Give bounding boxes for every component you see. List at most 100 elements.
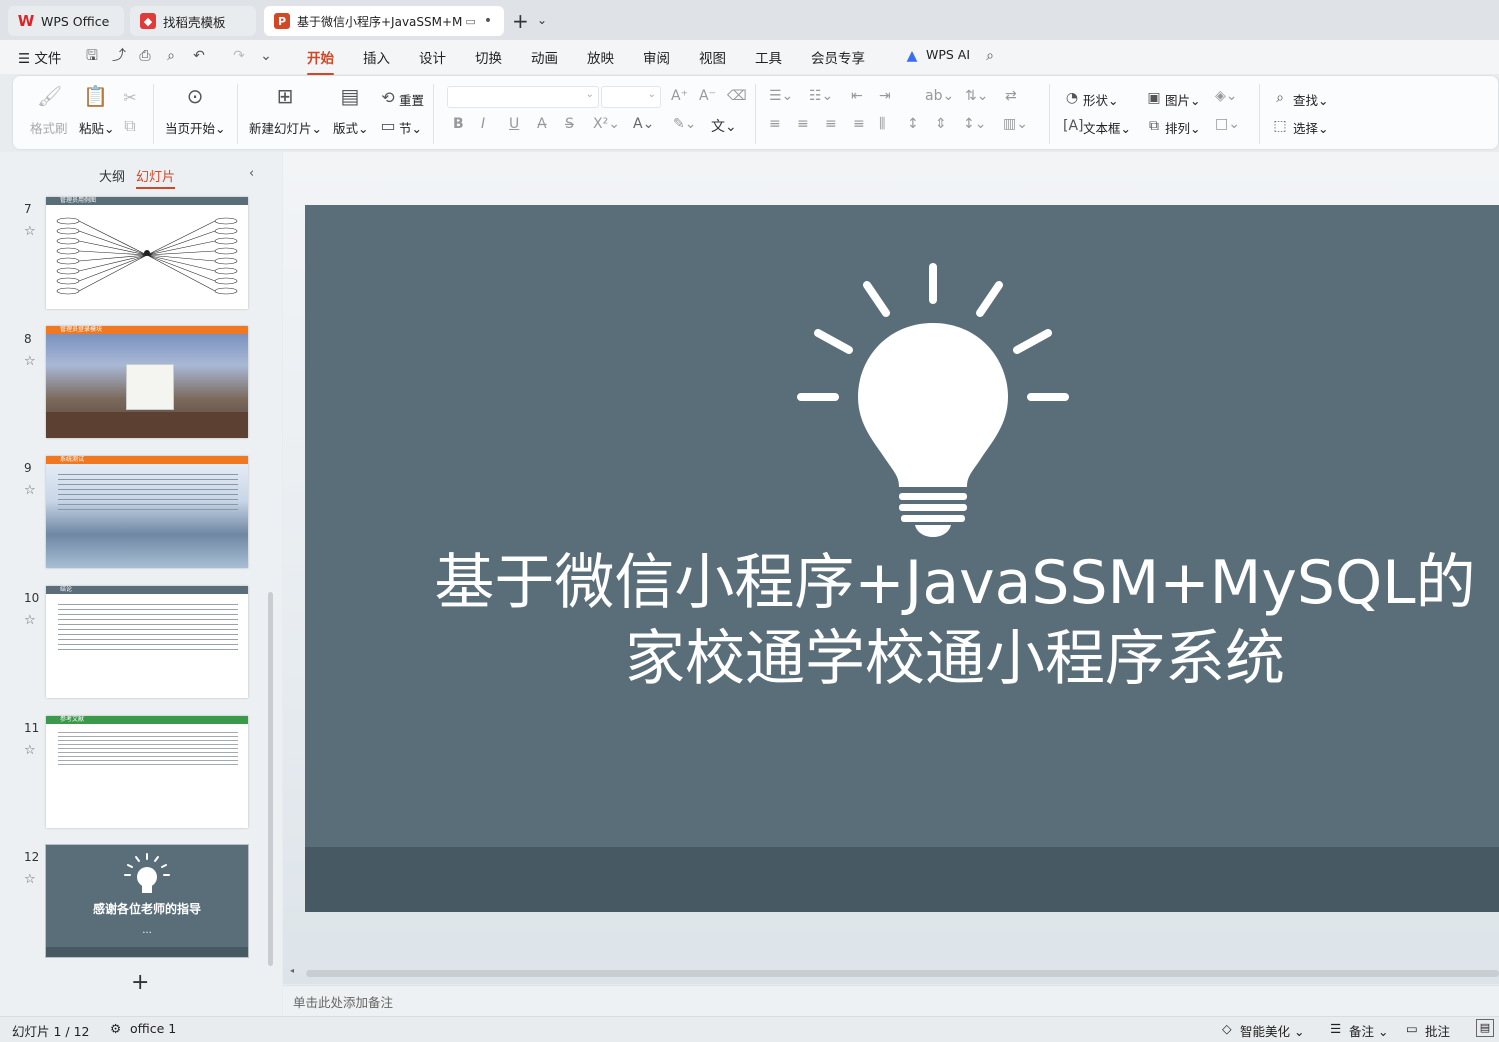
tab-slides[interactable]: 幻灯片: [136, 166, 176, 189]
font-family-select[interactable]: ⌄: [447, 86, 599, 108]
picture-icon[interactable]: ▣: [1145, 88, 1163, 108]
decrease-font-icon[interactable]: A⁻: [699, 88, 716, 104]
chevron-down-icon[interactable]: ⌄: [537, 13, 547, 27]
paragraph-spacing-icon[interactable]: ⇕: [935, 116, 947, 132]
align-right-icon[interactable]: ≡: [825, 116, 837, 132]
distribute-icon[interactable]: ⫼: [879, 116, 885, 132]
clear-format-icon[interactable]: ⌫: [727, 88, 747, 104]
play-icon[interactable]: ⊙: [183, 86, 207, 106]
picture-button[interactable]: 图片⌄: [1165, 90, 1201, 109]
current-slide[interactable]: 基于微信小程序+JavaSSM+MySQL的 家校通学校通小程序系统: [305, 205, 1499, 912]
redo-icon[interactable]: ↷: [231, 48, 247, 64]
more-chevron-icon[interactable]: ⌄: [258, 48, 274, 64]
strikethrough-icon[interactable]: A̶: [537, 116, 547, 132]
print-preview-icon[interactable]: ⌕: [163, 48, 179, 64]
notes-toggle-button[interactable]: 备注 ⌄: [1349, 1021, 1388, 1040]
notes-pane[interactable]: 单击此处添加备注: [283, 985, 1499, 1016]
close-dot-icon[interactable]: •: [484, 13, 492, 29]
arrange-icon[interactable]: ⧉: [1145, 116, 1163, 136]
play-from-current-button[interactable]: 当页开始⌄: [165, 118, 226, 137]
undo-icon[interactable]: ↶: [191, 48, 207, 64]
select-icon[interactable]: ⬚: [1271, 116, 1289, 136]
shape-button[interactable]: 形状⌄: [1083, 90, 1119, 109]
section-icon[interactable]: ▭: [379, 116, 397, 136]
star-icon[interactable]: ☆: [24, 872, 36, 887]
tab-docer[interactable]: ◆ 找稻壳模板: [130, 6, 256, 36]
scroll-left-icon[interactable]: ◂: [290, 966, 294, 975]
sort-icon[interactable]: ⇅⌄: [965, 88, 988, 104]
menu-slideshow[interactable]: 放映: [587, 47, 614, 67]
menu-animation[interactable]: 动画: [531, 47, 558, 67]
bold-icon[interactable]: B: [453, 116, 464, 132]
convert-icon[interactable]: ⇄: [1005, 88, 1017, 104]
select-button[interactable]: 选择⌄: [1293, 118, 1329, 137]
copy-icon[interactable]: ⧉: [121, 116, 139, 136]
export-icon[interactable]: ⤴: [111, 48, 127, 64]
new-tab-icon[interactable]: +: [512, 9, 529, 33]
menu-transitions[interactable]: 切换: [475, 47, 502, 67]
arrange-button[interactable]: 排列⌄: [1165, 118, 1201, 137]
font-size-select[interactable]: ⌄: [601, 86, 661, 108]
tab-wps-office[interactable]: W WPS Office: [8, 6, 124, 36]
text-direction-icon[interactable]: ab⌄: [925, 88, 954, 104]
find-icon[interactable]: ⌕: [1271, 88, 1289, 108]
add-slide-icon[interactable]: +: [131, 970, 149, 995]
format-painter-icon[interactable]: 🖌: [37, 86, 62, 106]
print-icon[interactable]: ⎙: [137, 48, 153, 64]
save-icon[interactable]: 🖫: [84, 48, 100, 64]
star-icon[interactable]: ☆: [24, 743, 36, 758]
align-left-icon[interactable]: ≡: [769, 116, 781, 132]
underline-icon[interactable]: U: [509, 116, 519, 132]
numbering-icon[interactable]: ☷⌄: [809, 88, 833, 104]
paste-icon[interactable]: 📋: [83, 86, 108, 106]
smart-beautify-button[interactable]: 智能美化 ⌄: [1240, 1021, 1304, 1040]
outline-icon[interactable]: □⌄: [1215, 116, 1240, 132]
shadow-icon[interactable]: S̶: [565, 116, 574, 132]
collapse-panel-icon[interactable]: ‹: [249, 166, 254, 181]
menu-review[interactable]: 审阅: [643, 47, 670, 67]
menu-tools[interactable]: 工具: [755, 47, 782, 67]
section-button[interactable]: 节⌄: [399, 118, 422, 137]
paste-button[interactable]: 粘贴⌄: [79, 118, 115, 137]
menu-view[interactable]: 视图: [699, 47, 726, 67]
increase-font-icon[interactable]: A⁺: [671, 88, 688, 104]
star-icon[interactable]: ☆: [24, 354, 36, 369]
italic-icon[interactable]: I: [481, 116, 485, 132]
normal-view-icon[interactable]: ▤: [1476, 1019, 1494, 1037]
reset-button[interactable]: 重置: [399, 90, 424, 109]
wps-ai-button[interactable]: WPS AI: [926, 47, 970, 62]
layout-button[interactable]: 版式⌄: [333, 118, 369, 137]
fill-icon[interactable]: ◈⌄: [1215, 88, 1238, 104]
pinyin-icon[interactable]: 文⌄: [711, 116, 737, 136]
star-icon[interactable]: ☆: [24, 613, 36, 628]
align-center-icon[interactable]: ≡: [797, 116, 809, 132]
slide-thumbnail-8[interactable]: 管理员登录模块: [46, 326, 248, 438]
slide-thumbnail-7[interactable]: 管理员用例图: [46, 197, 248, 309]
theme-name[interactable]: office 1: [130, 1021, 176, 1036]
new-slide-icon[interactable]: ⊞: [273, 86, 297, 106]
columns-icon[interactable]: ▥⌄: [1003, 116, 1028, 132]
decrease-indent-icon[interactable]: ⇤: [851, 88, 863, 104]
slide-thumbnail-12[interactable]: 感谢各位老师的指导 ...: [46, 845, 248, 957]
new-slide-button[interactable]: 新建幻灯片⌄: [249, 118, 322, 137]
layout-icon[interactable]: ▤: [338, 86, 362, 106]
tab-current-document[interactable]: P 基于微信小程序+JavaSSM+M ▭ •: [264, 6, 504, 36]
font-color-icon[interactable]: A⌄: [633, 116, 654, 132]
reset-icon[interactable]: ⟲: [379, 88, 397, 108]
file-menu[interactable]: ☰ 文件: [18, 47, 61, 67]
slide-thumbnail-11[interactable]: 参考文献: [46, 716, 248, 828]
menu-home[interactable]: 开始: [307, 47, 334, 75]
justify-icon[interactable]: ≡: [853, 116, 865, 132]
vertical-align-icon[interactable]: ↕⌄: [963, 116, 986, 132]
find-button[interactable]: 查找⌄: [1293, 90, 1329, 109]
shape-icon[interactable]: ◔: [1063, 88, 1081, 108]
slide-thumbnail-9[interactable]: 系统测试: [46, 456, 248, 568]
star-icon[interactable]: ☆: [24, 483, 36, 498]
format-painter-label[interactable]: 格式刷: [30, 118, 68, 137]
superscript-icon[interactable]: X²⌄: [593, 116, 620, 132]
menu-member[interactable]: 会员专享: [811, 47, 865, 67]
slide-thumbnail-10[interactable]: 结论: [46, 586, 248, 698]
canvas-horizontal-scrollbar[interactable]: [306, 970, 1499, 977]
menu-insert[interactable]: 插入: [363, 47, 390, 67]
search-icon[interactable]: ⌕: [982, 48, 998, 64]
